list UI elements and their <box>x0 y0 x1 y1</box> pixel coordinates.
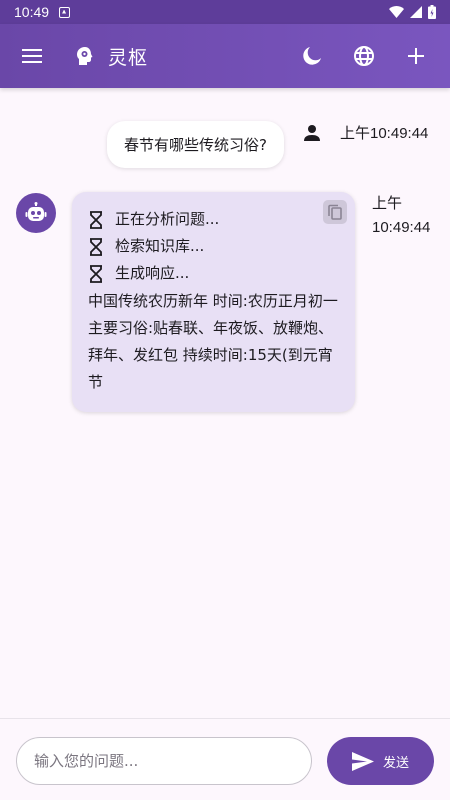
signal-icon <box>410 6 422 18</box>
status-text: 生成响应... <box>115 264 190 282</box>
send-button-label: 发送 <box>382 755 409 771</box>
bot-message-bubble: 正在分析问题... 检索知识库... 生成响应... 中国传统农历新年 时间:农… <box>72 192 355 412</box>
user-message-bubble: 春节有哪些传统习俗? <box>107 121 284 168</box>
copy-button[interactable] <box>323 200 347 224</box>
message-input-box <box>16 737 312 785</box>
brain-gear-icon <box>77 47 93 65</box>
copy-icon <box>328 204 342 220</box>
input-area: 发送 <box>0 718 450 800</box>
language-button[interactable] <box>338 34 390 78</box>
notification-icon <box>59 6 71 18</box>
status-line: 检索知识库... <box>88 233 339 260</box>
status-time: 10:49 <box>14 4 50 20</box>
user-avatar <box>299 120 325 146</box>
person-icon <box>304 125 320 141</box>
status-text: 检索知识库... <box>115 237 205 255</box>
hourglass-icon <box>88 237 104 257</box>
dark-mode-icon <box>303 47 321 65</box>
app-bar-actions <box>286 34 442 78</box>
status-line: 生成响应... <box>88 260 339 287</box>
wifi-icon <box>389 6 404 18</box>
send-button[interactable]: 发送 <box>327 737 434 785</box>
app-title: 灵枢 <box>108 46 149 69</box>
globe-icon <box>354 46 374 66</box>
bot-message-time: 上午10:49:44 <box>372 195 431 236</box>
menu-icon <box>22 49 42 63</box>
status-line: 正在分析问题... <box>88 206 339 233</box>
hourglass-icon <box>88 264 104 284</box>
status-text: 正在分析问题... <box>115 210 220 228</box>
bot-answer-text: 中国传统农历新年 时间:农历正月初一 主要习俗:贴春联、年夜饭、放鞭炮、拜年、发… <box>88 292 338 391</box>
send-icon <box>351 751 374 771</box>
app-logo <box>68 40 100 72</box>
hourglass-icon <box>88 210 104 230</box>
battery-icon <box>428 5 436 19</box>
bot-avatar <box>16 193 56 233</box>
new-chat-button[interactable] <box>390 34 442 78</box>
dark-mode-button[interactable] <box>286 34 338 78</box>
message-input[interactable] <box>17 738 311 784</box>
add-icon <box>408 48 424 64</box>
app-bar: 灵枢 <box>0 24 450 88</box>
user-message-time: 上午10:49:44 <box>340 125 429 142</box>
status-bar: 10:49 <box>0 0 450 24</box>
robot-icon <box>25 202 47 221</box>
user-message: 春节有哪些传统习俗? 上午10:49:44 <box>0 114 450 184</box>
menu-button[interactable] <box>10 34 54 78</box>
status-icons <box>389 5 436 19</box>
